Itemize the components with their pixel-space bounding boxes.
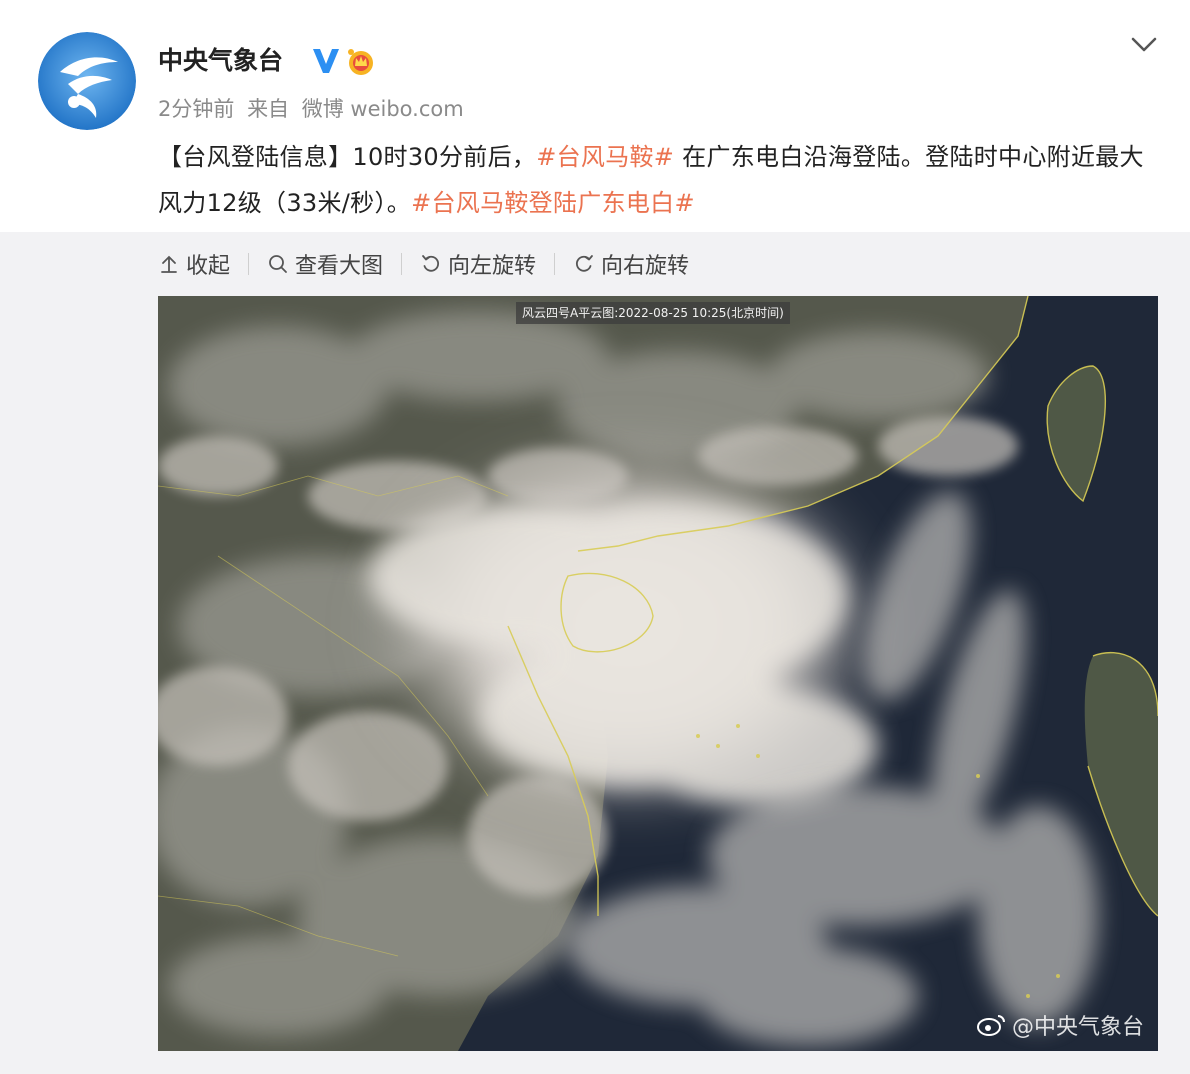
weibo-logo-icon [976, 1015, 1005, 1036]
chevron-down-icon[interactable] [1128, 30, 1160, 58]
cma-logo-icon [38, 32, 136, 130]
post-text: 【台风登陆信息】10时30分前后，#台风马鞍# 在广东电白沿海登陆。登陆时中心附… [158, 134, 1148, 226]
post-title-bracket: 【台风登陆信息】 [158, 143, 353, 171]
collapse-up-icon [161, 255, 177, 273]
rotate-right-label: 向右旋转 [601, 254, 690, 279]
account-name[interactable]: 中央气象台 [158, 44, 283, 78]
crown-badge-icon [348, 49, 373, 75]
image-toolbar: 收起 查看大图 向左旋转 向右旋转 [158, 244, 689, 284]
verified-v-icon [313, 49, 339, 73]
toolbar-divider [554, 253, 556, 275]
satellite-image-graphic [158, 296, 1158, 1051]
rotate-left-label: 向左旋转 [448, 254, 537, 279]
toolbar-divider [248, 253, 250, 275]
satellite-caption: 风云四号A平云图:2022-08-25 10:25(北京时间) [516, 302, 790, 324]
post-time[interactable]: 2分钟前 [158, 97, 234, 121]
rotate-right-icon [576, 255, 593, 272]
avatar[interactable] [38, 32, 136, 130]
view-large-label: 查看大图 [295, 254, 384, 279]
satellite-cloud-image[interactable]: 风云四号A平云图:2022-08-25 10:25(北京时间) @中央气象台 [158, 296, 1158, 1051]
search-icon [269, 255, 287, 273]
image-watermark: @中央气象台 [976, 1009, 1144, 1041]
toolbar-divider [401, 253, 403, 275]
watermark-text: @中央气象台 [1011, 1015, 1144, 1040]
view-large-button[interactable]: 查看大图 [267, 248, 383, 280]
collapse-button[interactable]: 收起 [158, 248, 230, 280]
topic-link-typhoon-ma-an[interactable]: #台风马鞍# [536, 143, 674, 171]
rotate-left-button[interactable]: 向左旋转 [420, 248, 536, 280]
topic-link-landfall-dianbai[interactable]: #台风马鞍登陆广东电白# [411, 189, 695, 217]
post-source[interactable]: 微博 weibo.com [302, 97, 464, 121]
rotate-right-button[interactable]: 向右旋转 [573, 248, 689, 280]
post-meta: 2分钟前 来自 微博 weibo.com [158, 94, 470, 124]
rotate-left-icon [422, 255, 440, 272]
collapse-label: 收起 [186, 254, 231, 279]
post-text-part-1: 10时30分前后， [352, 143, 537, 171]
source-prefix: 来自 [247, 97, 290, 121]
